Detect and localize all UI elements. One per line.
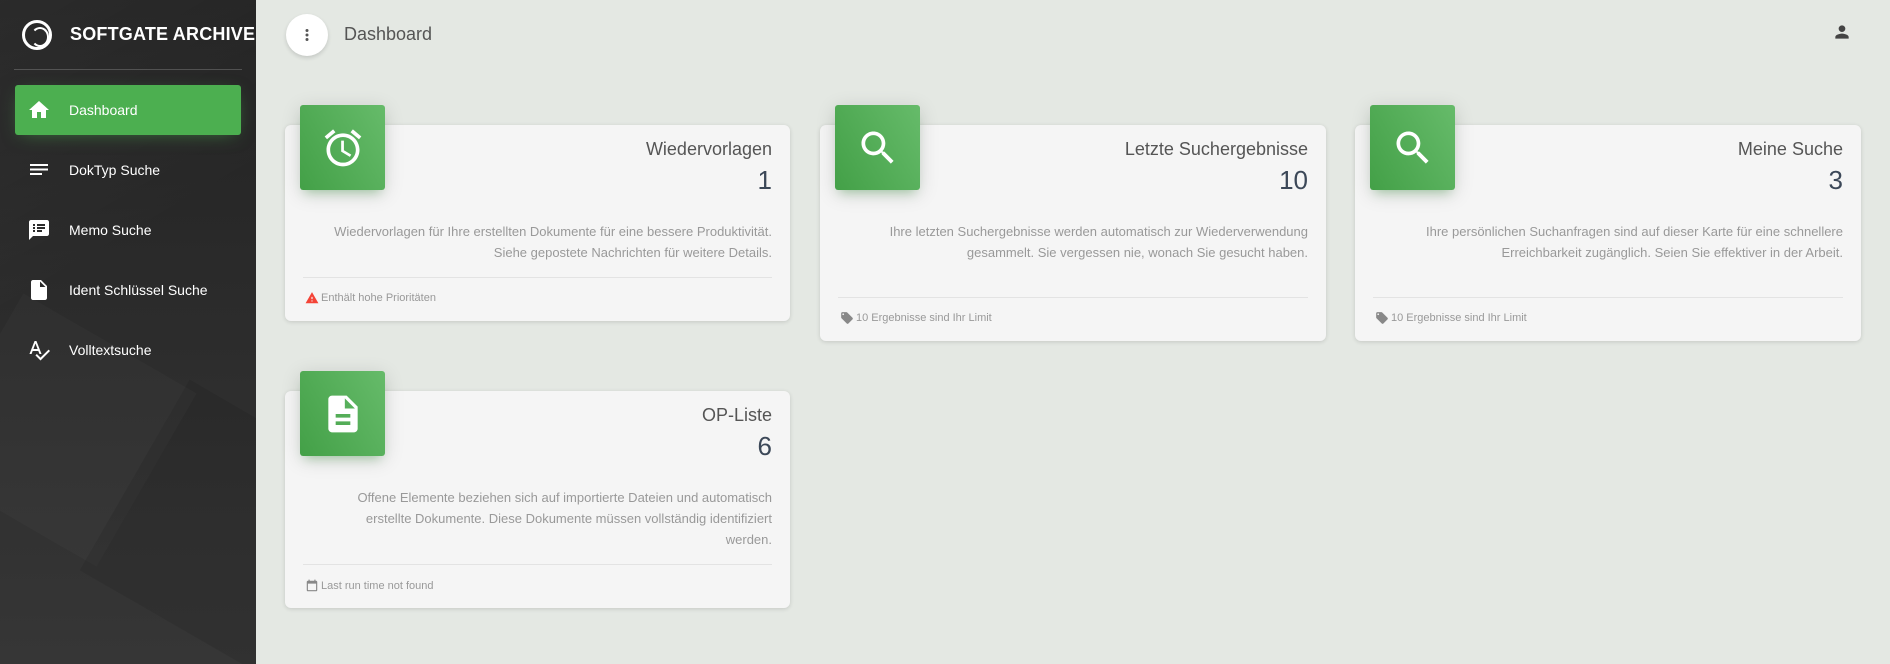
- card-value: 3: [1828, 165, 1843, 195]
- card-title: Meine Suche: [1737, 139, 1843, 159]
- card-description: Ihre persönlichen Suchanfragen sind auf …: [1426, 224, 1843, 260]
- document-icon: [327, 395, 358, 432]
- card-icon-box: [300, 371, 385, 456]
- more-options-button[interactable]: [286, 14, 328, 56]
- sidebar-item-memo-suche[interactable]: Memo Suche: [15, 205, 241, 255]
- sidebar-nav: Dashboard DokTyp Suche Memo Suche Ident …: [15, 85, 241, 385]
- sidebar-item-ident-schluessel-suche[interactable]: Ident Schlüssel Suche: [15, 265, 241, 315]
- sidebar-item-label: DokTyp Suche: [69, 162, 161, 178]
- card-footer: 10 Ergebnisse sind Ihr Limit: [1375, 311, 1527, 325]
- card-footer-text: 10 Ergebnisse sind Ihr Limit: [1391, 312, 1527, 324]
- card-title: OP-Liste: [701, 405, 772, 425]
- card-wiedervorlagen[interactable]: Wiedervorlagen 1 Wiedervorlagen für Ihre…: [285, 105, 790, 321]
- card-divider: [303, 277, 772, 278]
- card-divider: [1373, 297, 1843, 298]
- user-account-button[interactable]: [1832, 22, 1856, 46]
- calendar-icon: [306, 579, 318, 592]
- card-footer: Enthält hohe Prioritäten: [305, 291, 436, 305]
- search-icon: [1396, 131, 1429, 164]
- card-footer-text: Enthält hohe Prioritäten: [321, 292, 436, 304]
- topbar: Dashboard: [256, 0, 1890, 69]
- card-description: Ihre letzten Suchergebnisse werden autom…: [889, 224, 1308, 260]
- card-value: 6: [757, 431, 772, 461]
- card-icon-box: [835, 105, 920, 190]
- card-op-liste[interactable]: OP-Liste 6 Offene Elemente beziehen sich…: [285, 371, 790, 608]
- card-description: Wiedervorlagen für Ihre erstellten Dokum…: [334, 224, 772, 260]
- warning-icon: [305, 292, 319, 304]
- card-footer-text: Last run time not found: [321, 580, 434, 592]
- list-lines-icon: [27, 158, 57, 182]
- alarm-clock-icon: [324, 128, 361, 166]
- page-title[interactable]: Dashboard: [344, 24, 432, 45]
- card-divider: [838, 297, 1308, 298]
- tag-icon: [841, 312, 853, 324]
- brand[interactable]: SOFTGATE ARCHIVE: [0, 0, 256, 69]
- card-value: 1: [757, 165, 772, 195]
- spellcheck-icon: [27, 338, 57, 362]
- person-icon: [1835, 25, 1849, 39]
- home-icon: [27, 98, 57, 122]
- card-title: Letzte Suchergebnisse: [1124, 139, 1308, 159]
- brand-logo-icon: [22, 19, 52, 50]
- sidebar-item-label: Volltextsuche: [69, 342, 152, 358]
- app-title: SOFTGATE ARCHIVE: [70, 24, 256, 44]
- sidebar-item-label: Ident Schlüssel Suche: [69, 282, 208, 298]
- card-title: Wiedervorlagen: [645, 139, 772, 159]
- card-footer: 10 Ergebnisse sind Ihr Limit: [840, 311, 992, 325]
- sidebar-item-dashboard[interactable]: Dashboard: [15, 85, 241, 135]
- card-icon-box: [300, 105, 385, 190]
- card-footer: Last run time not found: [305, 579, 434, 593]
- sidebar-item-doktyp-suche[interactable]: DokTyp Suche: [15, 145, 241, 195]
- card-letzte-suchergebnisse[interactable]: Letzte Suchergebnisse 10 Ihre letzten Su…: [820, 105, 1326, 341]
- card-meine-suche[interactable]: Meine Suche 3 Ihre persönlichen Suchanfr…: [1355, 105, 1861, 341]
- card-icon-box: [1370, 105, 1455, 190]
- sidebar-item-label: Dashboard: [69, 102, 138, 118]
- sidebar-item-volltextsuche[interactable]: Volltextsuche: [15, 325, 241, 375]
- card-divider: [303, 564, 772, 565]
- card-description: Offene Elemente beziehen sich auf import…: [357, 490, 772, 547]
- tag-icon: [1376, 312, 1388, 324]
- sidebar-divider: [14, 69, 242, 70]
- document-icon: [27, 278, 57, 302]
- sidebar: SOFTGATE ARCHIVE Dashboard DokTyp Suche …: [0, 0, 256, 664]
- sidebar-item-label: Memo Suche: [69, 222, 152, 238]
- card-footer-text: 10 Ergebnisse sind Ihr Limit: [856, 312, 992, 324]
- card-value: 10: [1279, 165, 1308, 195]
- chat-list-icon: [27, 218, 57, 242]
- search-icon: [861, 131, 894, 164]
- more-vertical-icon: [305, 29, 309, 41]
